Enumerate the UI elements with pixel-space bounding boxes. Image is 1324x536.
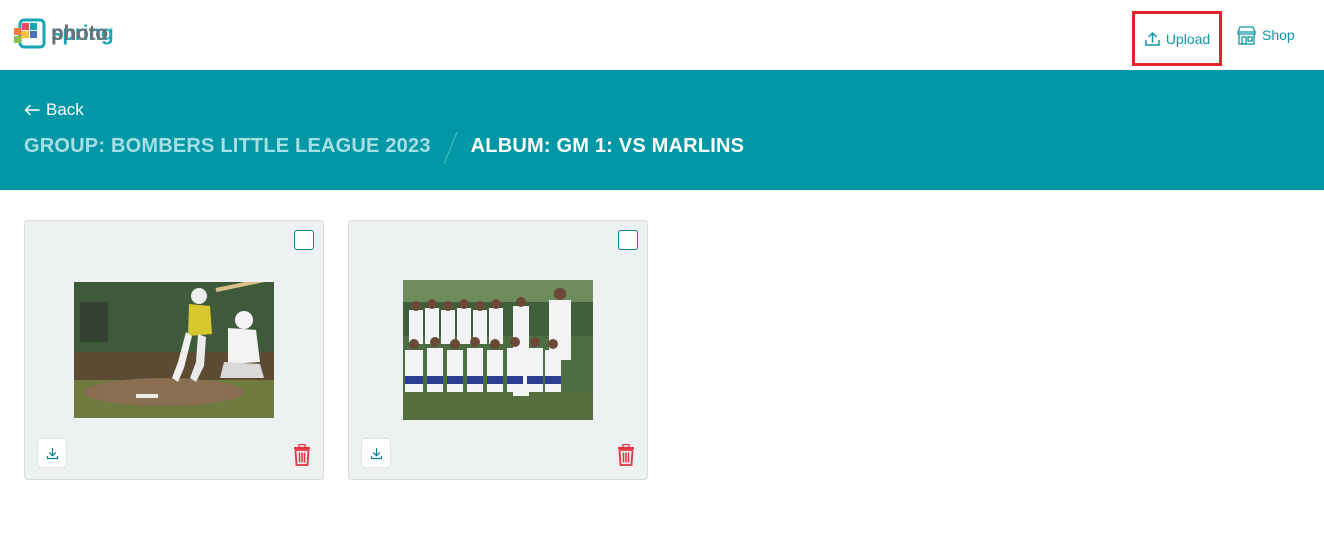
photo-card[interactable]	[24, 220, 324, 480]
breadcrumb-group-link[interactable]: GROUP: BOMBERS LITTLE LEAGUE 2023	[24, 135, 431, 158]
photo-thumbnail-batter[interactable]	[74, 282, 274, 418]
album-header-banner: Back GROUP: BOMBERS LITTLE LEAGUE 2023 A…	[0, 70, 1324, 190]
breadcrumb-album-title: ALBUM: GM 1: VS MARLINS	[470, 134, 745, 157]
photo-card[interactable]	[348, 220, 648, 480]
photospring-logo[interactable]: photo spring	[13, 16, 114, 52]
upload-button[interactable]: Upload	[1132, 11, 1222, 66]
top-navigation: photo spring Upload Shop	[0, 0, 1324, 70]
upload-icon	[1145, 32, 1160, 46]
logo-wordmark: photo spring	[51, 22, 114, 45]
download-button[interactable]	[361, 438, 391, 468]
download-icon	[46, 447, 58, 459]
shop-storefront-icon	[1237, 26, 1256, 45]
breadcrumb-separator	[431, 131, 471, 161]
upload-label: Upload	[1165, 30, 1211, 47]
photo-select-checkbox[interactable]	[618, 230, 638, 250]
back-link[interactable]: Back	[24, 100, 84, 120]
photo-select-checkbox[interactable]	[294, 230, 314, 250]
download-button[interactable]	[37, 438, 67, 468]
trash-icon[interactable]	[292, 444, 312, 466]
breadcrumb: GROUP: BOMBERS LITTLE LEAGUE 2023 ALBUM:…	[24, 131, 744, 161]
logo-mark-icon	[14, 18, 46, 49]
back-label: Back	[46, 100, 84, 119]
photo-thumbnail-team[interactable]	[403, 280, 593, 420]
arrow-left-icon	[24, 104, 40, 116]
shop-label: Shop	[1262, 27, 1295, 43]
trash-icon[interactable]	[616, 444, 636, 466]
shop-button[interactable]: Shop	[1236, 20, 1295, 50]
download-icon	[370, 447, 382, 459]
